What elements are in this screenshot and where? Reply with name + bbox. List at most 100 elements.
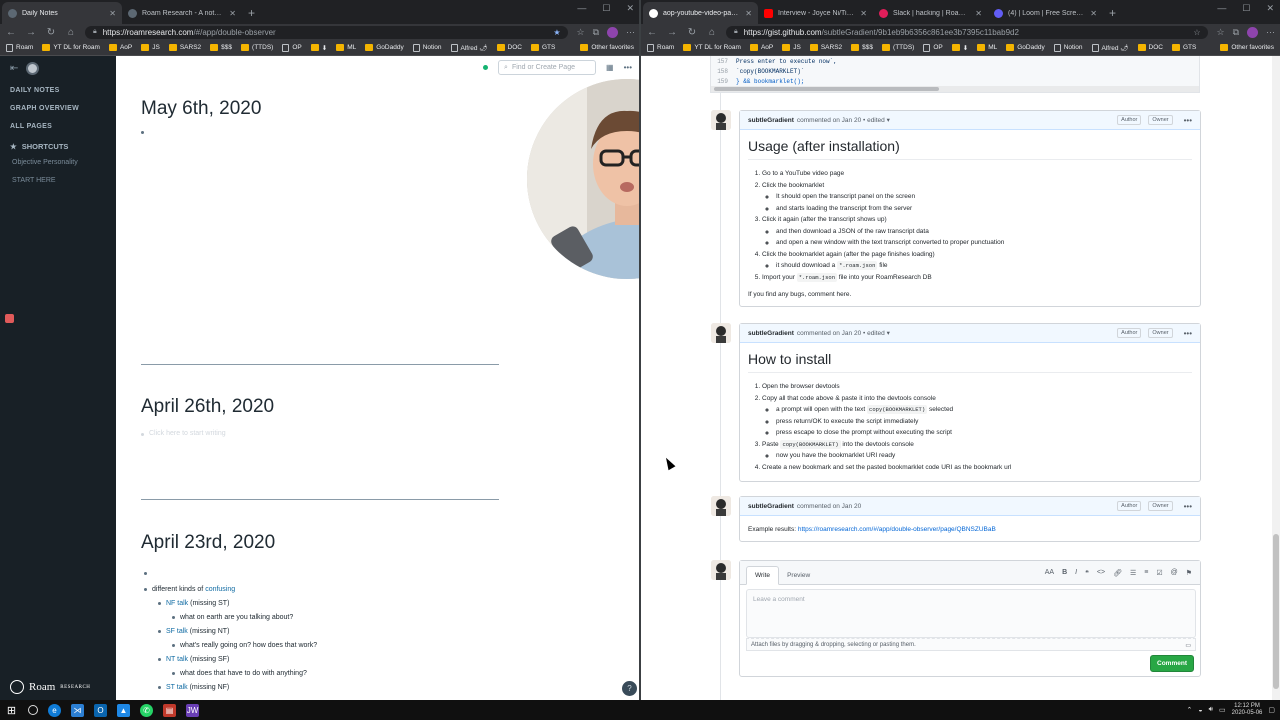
page-link[interactable]: NF talk (166, 600, 188, 607)
bookmark-item[interactable]: Roam (647, 43, 674, 52)
kebab-menu-icon[interactable]: ••• (1184, 502, 1192, 511)
comment-textarea[interactable]: Leave a comment (746, 589, 1196, 638)
maximize-icon[interactable]: ☐ (1242, 3, 1250, 14)
block[interactable]: what does that have to do with anything? (172, 670, 307, 677)
bold-icon[interactable]: B (1062, 569, 1067, 577)
search-icon[interactable] (28, 705, 38, 715)
bookmark-item[interactable]: YT DL for Roam (42, 44, 100, 51)
comment-author[interactable]: subtleGradient (748, 503, 794, 510)
help-button[interactable]: ? (622, 681, 637, 696)
bookmark-item[interactable]: ⬇ (951, 44, 968, 52)
page-title[interactable]: April 23rd, 2020 (141, 532, 499, 554)
bookmark-item[interactable]: GTS (1172, 44, 1196, 51)
minimize-icon[interactable]: — (577, 3, 586, 14)
current-user-avatar[interactable] (711, 560, 731, 580)
block[interactable]: ST talk (missing NF) (158, 684, 229, 691)
more-icon[interactable]: ••• (624, 63, 632, 72)
close-tab-icon[interactable]: ✕ (860, 9, 867, 18)
commenter-avatar[interactable] (711, 323, 731, 343)
outlook-icon[interactable]: O (94, 703, 107, 717)
bookmark-item[interactable]: Notion (412, 43, 442, 52)
whatsapp-icon[interactable]: ✆ (140, 703, 153, 717)
address-bar[interactable]: 🔒︎ https://gist.github.com/subtleGradien… (726, 25, 1209, 39)
bookmark-item[interactable]: ⬇ (310, 44, 327, 52)
calendar-app-icon[interactable]: ▤ (163, 703, 176, 717)
star-icon[interactable]: ★ (553, 28, 560, 37)
bookmark-item[interactable]: SARS2 (168, 44, 201, 51)
reload-icon[interactable]: ↻ (45, 27, 57, 38)
block[interactable]: Click here to start writing (141, 430, 499, 437)
extension-icon[interactable]: ⧉ (1233, 27, 1239, 38)
bookmark-item[interactable]: Notion (1053, 43, 1083, 52)
star-icon[interactable]: ☆ (1193, 28, 1200, 37)
heading-icon[interactable]: AA (1045, 569, 1054, 577)
block[interactable] (141, 128, 499, 134)
bookmark-item[interactable]: (TTDS) (241, 44, 273, 51)
bookmark-item[interactable]: Roam (6, 43, 33, 52)
block[interactable]: what on earth are you talking about? (172, 614, 293, 621)
bookmark-item[interactable]: AoP (749, 44, 773, 51)
bookmark-item[interactable]: OP (923, 43, 943, 52)
tab-gist[interactable]: aop-youtube-video-page-to-ro... ✕ (643, 2, 758, 24)
numbered-list-icon[interactable]: ≡ (1144, 569, 1148, 577)
reload-icon[interactable]: ↻ (686, 27, 698, 38)
collections-icon[interactable]: ☆ (1216, 27, 1224, 38)
profile-avatar[interactable] (1247, 26, 1258, 38)
battery-icon[interactable]: ▭ (1219, 706, 1226, 714)
close-tab-icon[interactable]: ✕ (745, 9, 752, 18)
bookmark-item[interactable]: YT DL for Roam (683, 44, 741, 51)
tab-write[interactable]: Write (746, 566, 780, 585)
block[interactable]: SF talk (missing NT) (158, 628, 229, 635)
forward-icon[interactable]: → (666, 27, 678, 38)
block[interactable]: NT talk (missing SF) (158, 656, 229, 663)
vscode-icon[interactable]: ⋊ (71, 703, 84, 717)
saved-reply-icon[interactable]: ⚑ (1186, 569, 1192, 577)
comment-meta[interactable]: commented on Jan 20 • edited ▾ (797, 116, 890, 124)
block[interactable]: what's really going on? how does that wo… (172, 642, 317, 649)
bookmark-item[interactable]: DOC (1137, 44, 1163, 51)
block[interactable]: NF talk (missing ST) (158, 600, 229, 607)
back-icon[interactable]: ← (5, 27, 17, 38)
bookmark-item[interactable]: (TTDS) (882, 44, 914, 51)
code-icon[interactable]: <> (1097, 569, 1105, 577)
comment-author[interactable]: subtleGradient (748, 330, 794, 337)
volume-icon[interactable]: 🔊︎ (1209, 706, 1213, 714)
collapse-sidebar-icon[interactable]: ⇤ (10, 63, 18, 74)
page-link[interactable]: SF talk (166, 628, 188, 635)
quote-icon[interactable]: ❝ (1085, 569, 1089, 577)
page-link[interactable]: NT talk (166, 656, 188, 663)
notifications-icon[interactable]: ▢ (1268, 706, 1275, 714)
page-title[interactable]: May 6th, 2020 (141, 98, 499, 120)
tab-loom[interactable]: (4) | Loom | Free Screen & Video... ✕ (988, 2, 1103, 24)
bulleted-list-icon[interactable]: ☰ (1130, 569, 1136, 577)
other-favorites-folder[interactable]: Other favorites (1220, 44, 1274, 51)
bookmark-item[interactable]: JS (782, 44, 801, 51)
jw-app-icon[interactable]: JW (186, 703, 199, 717)
sidebar-item-graph-overview[interactable]: GRAPH OVERVIEW (0, 98, 116, 116)
user-avatar[interactable] (26, 61, 40, 75)
tab-youtube[interactable]: Interview - Joyce Ni/Ti - INFJ Jun... ✕ (758, 2, 873, 24)
comment-author[interactable]: subtleGradient (748, 117, 794, 124)
home-icon[interactable]: ⌂ (65, 27, 77, 38)
other-favorites-folder[interactable]: Other favorites (580, 44, 634, 51)
bookmark-item[interactable]: GoDaddy (1006, 44, 1045, 51)
comment-button[interactable]: Comment (1150, 655, 1194, 672)
chevron-up-icon[interactable]: ⌃ (1187, 706, 1193, 714)
search-input[interactable]: ⌕ Find or Create Page (498, 60, 597, 75)
page-link[interactable]: confusing (205, 586, 235, 593)
bookmark-item[interactable]: ML (977, 44, 997, 51)
start-icon[interactable]: ⊞ (5, 704, 18, 717)
link-icon[interactable]: 🔗︎ (1113, 569, 1122, 577)
page-title[interactable]: April 26th, 2020 (141, 396, 499, 418)
calendar-icon[interactable]: ▦ (606, 63, 614, 72)
extension-icon[interactable]: ⧉ (593, 27, 599, 38)
back-icon[interactable]: ← (646, 27, 658, 38)
forward-icon[interactable]: → (25, 27, 37, 38)
comment-meta[interactable]: commented on Jan 20 • edited ▾ (797, 329, 890, 337)
attach-files-area[interactable]: Attach files by dragging & dropping, sel… (746, 638, 1196, 651)
profile-avatar[interactable] (607, 26, 618, 38)
kebab-menu-icon[interactable]: ••• (1184, 116, 1192, 125)
close-window-icon[interactable]: ✕ (1266, 3, 1274, 14)
shortcut-start-here[interactable]: START HERE (0, 171, 116, 189)
task-list-icon[interactable]: ☑ (1156, 569, 1162, 577)
